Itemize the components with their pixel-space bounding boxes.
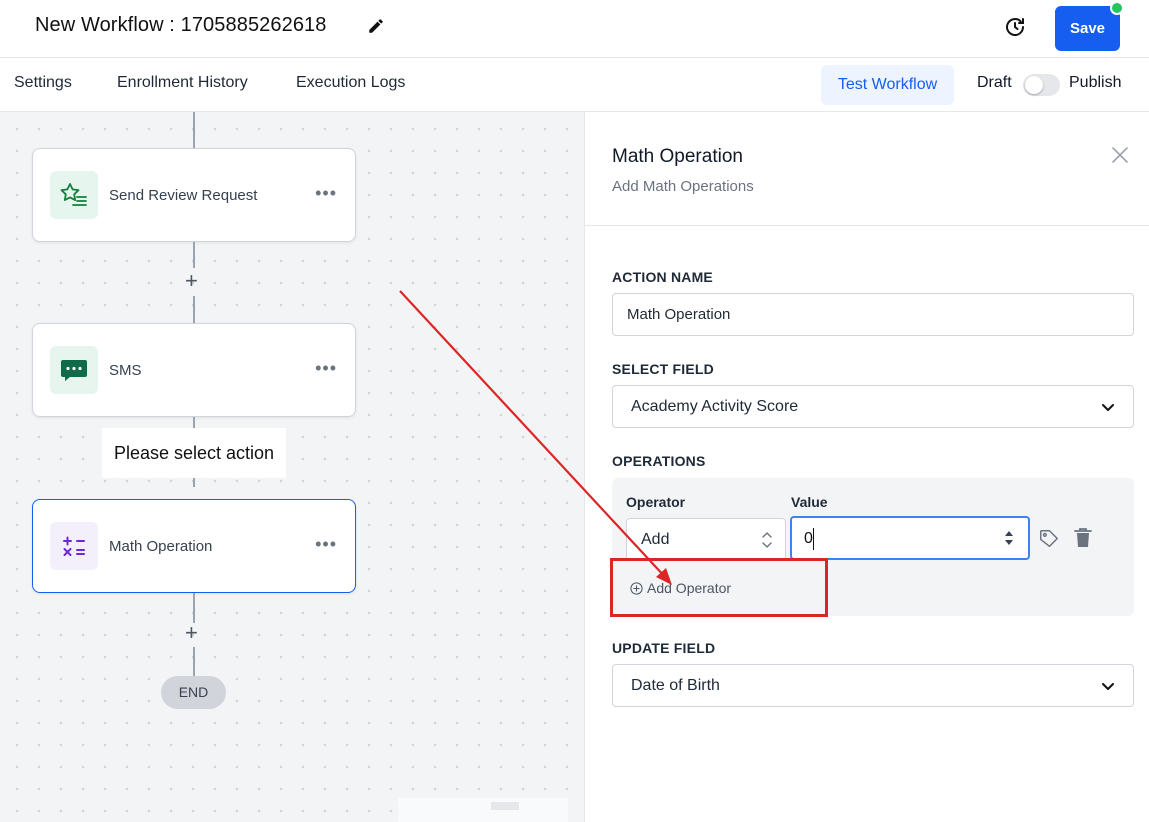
chevron-down-icon <box>1102 683 1114 690</box>
save-button[interactable]: Save <box>1055 6 1120 51</box>
node-icon-box <box>50 346 98 394</box>
value-column-label: Value <box>791 494 828 510</box>
canvas-scrollbar[interactable] <box>398 798 568 822</box>
math-ops-icon <box>63 536 85 556</box>
operator-column-label: Operator <box>626 494 686 510</box>
star-list-icon <box>60 183 87 206</box>
connector-line <box>193 112 195 148</box>
tag-icon[interactable] <box>1038 528 1060 550</box>
update-field-value: Date of Birth <box>631 677 720 694</box>
test-workflow-button[interactable]: Test Workflow <box>821 65 954 105</box>
operations-box: Operator Value Add 0 Add Operator <box>612 478 1134 616</box>
operator-select[interactable]: Add <box>626 518 786 561</box>
more-options-icon[interactable]: ••• <box>315 358 337 379</box>
more-options-icon[interactable]: ••• <box>315 183 337 204</box>
update-field-dropdown[interactable]: Date of Birth <box>612 664 1134 707</box>
sub-nav: Settings Enrollment History Execution Lo… <box>0 58 1149 112</box>
select-field-label: SELECT FIELD <box>612 361 714 377</box>
add-operator-label: Add Operator <box>647 580 732 596</box>
select-field-dropdown[interactable]: Academy Activity Score <box>612 385 1134 428</box>
node-label: Send Review Request <box>109 187 258 204</box>
add-step-icon[interactable]: + <box>185 622 198 644</box>
node-label: SMS <box>109 362 142 379</box>
connector-line <box>193 242 195 268</box>
tab-enrollment-history[interactable]: Enrollment History <box>117 74 248 92</box>
node-icon-box <box>50 171 98 219</box>
operations-label: OPERATIONS <box>612 453 706 469</box>
node-sms[interactable]: SMS ••• <box>32 323 356 417</box>
node-math-operation[interactable]: Math Operation ••• <box>32 499 356 593</box>
select-action-tooltip: Please select action <box>102 428 286 478</box>
publish-toggle[interactable] <box>1023 74 1060 96</box>
action-name-label: ACTION NAME <box>612 269 713 285</box>
node-label: Math Operation <box>109 538 213 555</box>
panel-header: Math Operation Add Math Operations <box>585 112 1149 226</box>
end-node: END <box>161 676 226 709</box>
text-caret <box>813 528 814 550</box>
top-bar: New Workflow : 1705885262618 Save <box>0 0 1149 58</box>
publish-label: Publish <box>1069 74 1122 91</box>
plus-circle-icon <box>630 582 643 595</box>
tab-settings[interactable]: Settings <box>14 74 72 92</box>
number-spinner-icon[interactable] <box>1004 529 1014 547</box>
trash-icon[interactable] <box>1074 527 1092 549</box>
action-name-input[interactable]: Math Operation <box>612 293 1134 336</box>
connector-line <box>193 593 195 623</box>
panel-title: Math Operation <box>612 146 743 167</box>
chevron-down-icon <box>1102 404 1114 411</box>
pencil-icon[interactable] <box>367 17 385 35</box>
update-field-label: UPDATE FIELD <box>612 640 716 656</box>
node-icon-box <box>50 522 98 570</box>
close-icon[interactable] <box>1111 146 1129 164</box>
add-operator-button[interactable]: Add Operator <box>630 580 731 596</box>
scroll-thumb[interactable] <box>491 802 519 810</box>
up-down-chevron-icon <box>762 532 772 548</box>
select-field-value: Academy Activity Score <box>631 398 799 415</box>
history-clock-icon[interactable] <box>1003 15 1027 39</box>
more-options-icon[interactable]: ••• <box>315 534 337 555</box>
chat-bubble-icon <box>61 360 87 381</box>
value-input-text: 0 <box>804 530 813 547</box>
value-input[interactable]: 0 <box>790 516 1030 560</box>
operator-select-value: Add <box>641 531 670 548</box>
connector-line <box>193 647 195 676</box>
workflow-canvas[interactable]: Send Review Request ••• + SMS ••• Please… <box>0 112 584 822</box>
tab-execution-logs[interactable]: Execution Logs <box>296 74 405 92</box>
toggle-knob <box>1025 76 1043 94</box>
draft-label: Draft <box>977 74 1012 91</box>
action-panel: Math Operation Add Math Operations ACTIO… <box>584 112 1149 822</box>
workflow-title: New Workflow : 1705885262618 <box>35 14 327 36</box>
add-step-icon[interactable]: + <box>185 270 198 292</box>
connector-line <box>193 296 195 323</box>
node-send-review-request[interactable]: Send Review Request ••• <box>32 148 356 242</box>
status-dot <box>1110 1 1124 15</box>
panel-subtitle: Add Math Operations <box>612 178 754 195</box>
